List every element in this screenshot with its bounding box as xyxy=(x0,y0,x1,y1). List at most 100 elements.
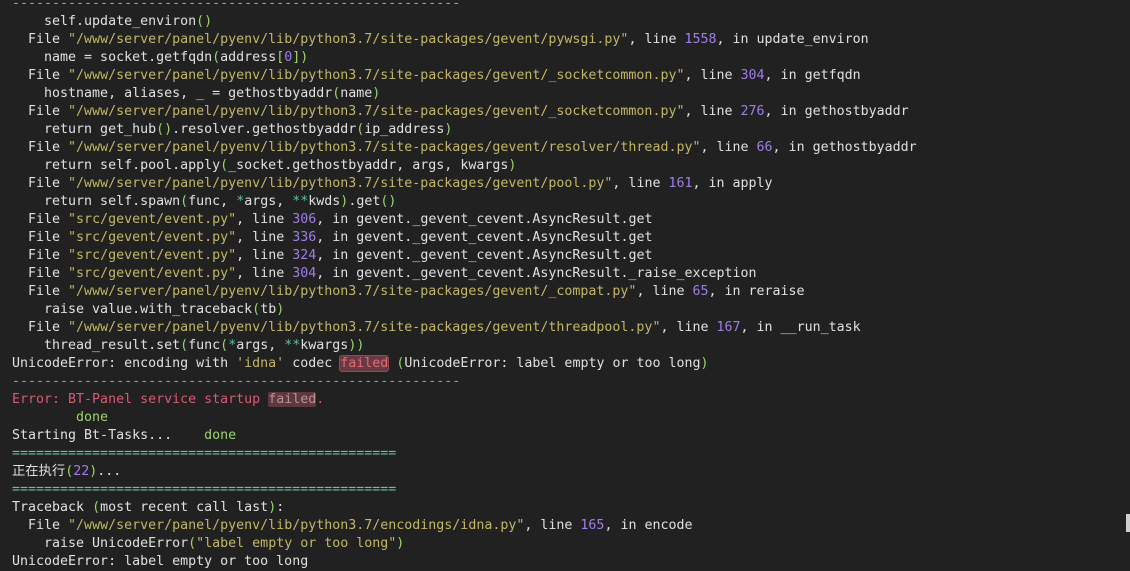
terminal-text-segment: return self.pool.apply xyxy=(12,158,221,173)
terminal-line: name = socket.getfqdn(address[0]) xyxy=(12,49,1122,67)
terminal-text-segment: ( xyxy=(212,50,221,65)
terminal-text-segment: , line xyxy=(236,212,293,227)
terminal-text-segment: ) xyxy=(700,356,709,371)
terminal-output[interactable]: ----------------------------------------… xyxy=(12,0,1122,571)
terminal-text-segment: name xyxy=(340,86,373,101)
terminal-line: File "src/gevent/event.py", line 324, in… xyxy=(12,247,1122,265)
terminal-text-segment: failed xyxy=(268,392,317,407)
terminal-text-segment: self.update_environ xyxy=(12,14,197,29)
terminal-line: Starting Bt-Tasks... done xyxy=(12,427,1122,445)
terminal-text-segment: 161 xyxy=(668,176,693,191)
terminal-text-segment: "/www/server/panel/pyenv/lib/python3.7/s… xyxy=(68,104,685,119)
terminal-text-segment: args, xyxy=(236,338,285,353)
terminal-text-segment: 65 xyxy=(692,284,709,299)
terminal-text-segment: ( xyxy=(180,194,189,209)
terminal-text-segment: args, xyxy=(244,194,293,209)
terminal-text-segment: ) xyxy=(508,158,517,173)
terminal-text-segment: File xyxy=(12,68,69,83)
terminal-text-segment: . xyxy=(316,392,325,407)
terminal-text-segment: 正在执行 xyxy=(12,464,66,479)
terminal-text-segment: raise UnicodeError xyxy=(12,536,189,551)
terminal-text-segment: ----------------------------------------… xyxy=(12,374,461,389)
terminal-text-segment: done xyxy=(204,428,237,443)
terminal-text-segment: ----------------------------------------… xyxy=(12,0,461,11)
terminal-text-segment: File xyxy=(12,266,69,281)
terminal-text-segment: kwargs xyxy=(300,338,349,353)
terminal-text-segment: , line xyxy=(636,284,693,299)
terminal-text-segment: 66 xyxy=(756,140,773,155)
terminal-text-segment: "src/gevent/event.py" xyxy=(68,212,237,227)
terminal-line: File "/www/server/panel/pyenv/lib/python… xyxy=(12,31,1122,49)
terminal-text-segment: , in update_environ xyxy=(716,32,869,47)
terminal-text-segment: thread_result.set xyxy=(12,338,181,353)
terminal-line: File "src/gevent/event.py", line 306, in… xyxy=(12,211,1122,229)
terminal-text-segment: File xyxy=(12,230,69,245)
terminal-text-segment: ... xyxy=(97,464,122,479)
terminal-line: return get_hub().resolver.gethostbyaddr(… xyxy=(12,121,1122,139)
terminal-line: File "/www/server/panel/pyenv/lib/python… xyxy=(12,319,1122,337)
terminal-line: ----------------------------------------… xyxy=(12,0,1122,13)
terminal-line: File "/www/server/panel/pyenv/lib/python… xyxy=(12,139,1122,157)
terminal-text-segment: "src/gevent/event.py" xyxy=(68,248,237,263)
terminal-text-segment: most recent call last xyxy=(100,500,269,515)
terminal-text-segment: done xyxy=(12,410,109,425)
terminal-text-segment: , line xyxy=(684,104,741,119)
terminal-text-segment: )) xyxy=(348,338,365,353)
terminal-text-segment: Starting Bt-Tasks... xyxy=(12,428,205,443)
terminal-text-segment: , line xyxy=(236,248,293,263)
terminal-text-segment: failed xyxy=(339,355,390,372)
scrollbar-thumb[interactable] xyxy=(1126,514,1130,532)
terminal-text-segment: 304 xyxy=(292,266,317,281)
terminal-text-segment: hostname, aliases, _ = gethostbyaddr xyxy=(12,86,333,101)
terminal-line: return self.pool.apply(_socket.gethostby… xyxy=(12,157,1122,175)
terminal-line: File "src/gevent/event.py", line 304, in… xyxy=(12,265,1122,283)
terminal-text-segment: , in __run_task xyxy=(740,320,861,335)
terminal-text-segment: "/www/server/panel/pyenv/lib/python3.7/e… xyxy=(68,518,525,533)
terminal-text-segment: ) xyxy=(396,536,405,551)
terminal-text-segment: * xyxy=(228,338,237,353)
terminal-text-segment: Error: BT-Panel service startup xyxy=(12,392,269,407)
terminal-text-segment: 'idna' xyxy=(236,356,285,371)
terminal-text-segment: func, xyxy=(188,194,237,209)
terminal-line: ========================================… xyxy=(12,481,1122,499)
terminal-text-segment: UnicodeError: encoding with xyxy=(12,356,237,371)
terminal-text-segment: ( xyxy=(252,302,261,317)
terminal-text-segment: , line xyxy=(236,266,293,281)
terminal-line: File "/www/server/panel/pyenv/lib/python… xyxy=(12,517,1122,535)
terminal-line: raise UnicodeError("label empty or too l… xyxy=(12,535,1122,553)
terminal-text-segment: func xyxy=(188,338,221,353)
terminal-text-segment: ** xyxy=(284,338,301,353)
terminal-text-segment: , line xyxy=(524,518,581,533)
terminal-text-segment: () xyxy=(196,14,213,29)
terminal-text-segment: File xyxy=(12,320,69,335)
terminal-line: return self.spawn(func, *args, **kwds).g… xyxy=(12,193,1122,211)
terminal-text-segment: "/www/server/panel/pyenv/lib/python3.7/s… xyxy=(68,32,629,47)
terminal-text-segment: , line xyxy=(700,140,757,155)
terminal-text-segment: return self.spawn xyxy=(12,194,181,209)
terminal-text-segment: * xyxy=(236,194,245,209)
terminal-text-segment: , line xyxy=(684,68,741,83)
terminal-text-segment: 324 xyxy=(292,248,317,263)
terminal-line: hostname, aliases, _ = gethostbyaddr(nam… xyxy=(12,85,1122,103)
terminal-text-segment: , in gethostbyaddr xyxy=(772,140,917,155)
terminal-text-segment: "/www/server/panel/pyenv/lib/python3.7/s… xyxy=(68,320,661,335)
terminal-text-segment: "/www/server/panel/pyenv/lib/python3.7/s… xyxy=(68,284,637,299)
terminal-text-segment: raise value.with_traceback xyxy=(12,302,253,317)
terminal-text-segment: 276 xyxy=(740,104,765,119)
terminal-text-segment: () xyxy=(380,194,397,209)
terminal-text-segment: ) xyxy=(276,302,285,317)
terminal-text-segment: , line xyxy=(612,176,669,191)
terminal-text-segment: File xyxy=(12,248,69,263)
terminal-text-segment: UnicodeError: label empty or too long xyxy=(404,356,701,371)
terminal-text-segment: File xyxy=(12,104,69,119)
terminal-text-segment: 336 xyxy=(292,230,317,245)
terminal-text-segment: () xyxy=(156,122,173,137)
terminal-text-segment: , in reraise xyxy=(708,284,805,299)
terminal-text-segment: File xyxy=(12,212,69,227)
terminal-text-segment: , in apply xyxy=(692,176,773,191)
terminal-line: File "/www/server/panel/pyenv/lib/python… xyxy=(12,103,1122,121)
terminal-text-segment: , in encode xyxy=(604,518,693,533)
terminal-text-segment: "label empty or too long" xyxy=(196,536,397,551)
terminal-text-segment: ** xyxy=(292,194,309,209)
terminal-text-segment: 165 xyxy=(580,518,605,533)
